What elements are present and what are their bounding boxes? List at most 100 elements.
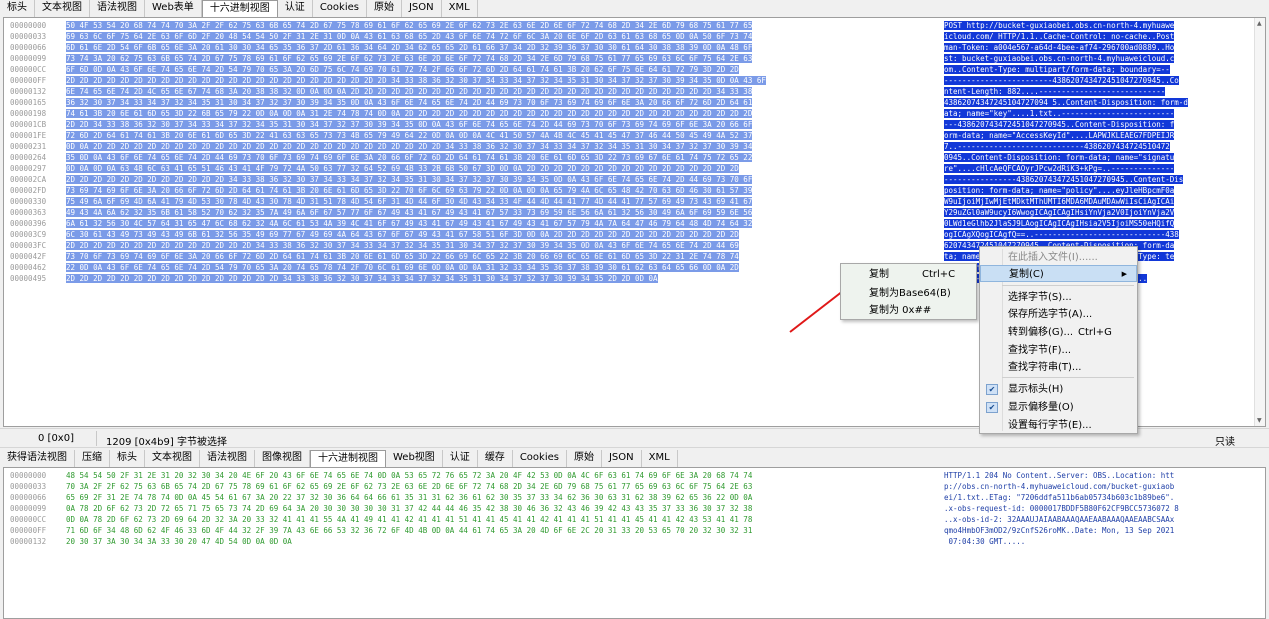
response-tab[interactable]: 标头: [110, 450, 145, 467]
request-tab[interactable]: Web表单: [145, 0, 202, 17]
menu-item-label: 查找字符串(T)...: [1008, 362, 1082, 373]
hex-row: 69 63 6C 6F 75 64 2E 63 6F 6D 2F 20 48 5…: [66, 31, 940, 42]
ascii-row: om..Content-Type: multipart/form-data; b…: [944, 64, 1262, 75]
offset-row: 000002FD: [10, 185, 46, 196]
response-tab[interactable]: 文本视图: [145, 450, 200, 467]
context-menu-item[interactable]: 复制(C) ▶: [980, 265, 1137, 282]
hex-row-text: 2D 2D 2D 2D 2D 2D 2D 2D 2D 2D 2D 2D 2D 2…: [66, 274, 658, 283]
offset-row: 00000297: [10, 163, 46, 174]
offset-row-text: 00000000: [10, 21, 47, 30]
copy-submenu-item[interactable]: 复制为 0x##: [841, 302, 976, 319]
hex-row: 48 54 54 50 2F 31 2E 31 20 32 30 34 20 4…: [66, 470, 940, 481]
response-tab[interactable]: Cookies: [513, 450, 567, 467]
request-tab[interactable]: 语法视图: [90, 0, 145, 17]
response-tab[interactable]: 语法视图: [200, 450, 255, 467]
copy-submenu-item[interactable]: 复制 Ctrl+C: [841, 266, 976, 283]
offset-row: 00000264: [10, 152, 46, 163]
response-tab[interactable]: XML: [642, 450, 678, 467]
request-ascii-column[interactable]: POST http://bucket-guxiaobei.obs.cn-nort…: [944, 20, 1262, 284]
context-menu-item[interactable]: 转到偏移(G)... Ctrl+G: [980, 324, 1137, 341]
request-scrollbar[interactable]: ▲ ▼: [1254, 18, 1265, 426]
response-tab[interactable]: Web视图: [386, 450, 443, 467]
cursor-position: 0 [0x0]: [38, 433, 74, 444]
menu-item-shortcut: Ctrl+C: [922, 269, 956, 280]
context-menu-item[interactable]: 查找字符串(T)...: [980, 359, 1137, 376]
ascii-row-text: icloud.com/ HTTP/1.1..Cache-Control: no-…: [944, 32, 1175, 41]
context-menu-item[interactable]: ✔ 显示偏移量(O): [980, 399, 1137, 416]
offset-row-text: 00000132: [10, 537, 47, 546]
offset-row-text: 00000066: [10, 493, 47, 502]
offset-row: 00000165: [10, 97, 46, 108]
offset-row-text: 00000297: [10, 164, 47, 173]
offset-row: 00000099: [10, 503, 46, 514]
response-tab[interactable]: JSON: [602, 450, 642, 467]
offset-row: 00000363: [10, 207, 46, 218]
offset-row-text: 00000066: [10, 43, 47, 52]
request-tab[interactable]: JSON: [402, 0, 442, 17]
menu-item-label: 保存所选字节(A)...: [1008, 309, 1093, 320]
request-tab[interactable]: 文本视图: [35, 0, 90, 17]
hex-row-text: 69 63 6C 6F 75 64 2E 63 6F 6D 2F 20 48 5…: [66, 32, 753, 41]
response-tab[interactable]: 获得语法视图: [0, 450, 75, 467]
menu-item-label: 选择字节(S)...: [1008, 292, 1072, 303]
response-tab[interactable]: 图像视图: [255, 450, 310, 467]
request-tab[interactable]: Cookies: [313, 0, 367, 17]
offset-row-text: 000003FC: [10, 241, 47, 250]
context-menu-item[interactable]: 查找字节(F)...: [980, 342, 1137, 359]
response-hex-column[interactable]: 48 54 54 50 2F 31 2E 31 20 32 30 34 20 4…: [66, 470, 940, 547]
hex-row-text: 50 4F 53 54 20 68 74 74 70 3A 2F 2F 62 7…: [66, 21, 753, 30]
offset-row-text: 00000231: [10, 142, 47, 151]
response-tab[interactable]: 原始: [567, 450, 602, 467]
response-tab[interactable]: 认证: [443, 450, 478, 467]
offset-row: 000001FE: [10, 130, 46, 141]
context-menu-item[interactable]: 设置每行字节(E)...: [980, 417, 1137, 434]
copy-submenu-item[interactable]: 复制为Base64(B): [841, 285, 976, 302]
request-tab[interactable]: 十六进制视图: [201, 0, 278, 17]
response-ascii-column[interactable]: HTTP/1.1 204 No Content..Server: OBS..Lo…: [944, 470, 1262, 547]
context-menu-item[interactable]: 保存所选字节(A)...: [980, 306, 1137, 323]
response-hex-pane[interactable]: 00000000 00000033 00000066 00000099 000000CC…: [3, 467, 1266, 619]
offset-row-text: 000003C9: [10, 230, 47, 239]
offset-row-text: 00000363: [10, 208, 47, 217]
context-menu-item[interactable]: ✔ 显示标头(H): [980, 381, 1137, 398]
context-menu-item[interactable]: 选择字节(S)...: [980, 289, 1137, 306]
ascii-row-text: ..x-obs-id-2: 32AAAUJAIAABAAAQAAEAABAAAQ…: [944, 515, 1175, 524]
hex-row: 49 43 4A 6A 62 32 35 6B 61 58 52 70 62 3…: [66, 207, 940, 218]
hex-row-text: 6F 6D 0D 0A 43 6F 6E 74 65 6E 74 2D 54 7…: [66, 65, 739, 74]
ascii-row-text: .x-obs-request-id: 0000017BDDF5B80F62CF9…: [944, 504, 1179, 513]
response-tab[interactable]: 压缩: [75, 450, 110, 467]
menu-separator: [1002, 377, 1134, 378]
ascii-row: HTTP/1.1 204 No Content..Server: OBS..Lo…: [944, 470, 1262, 481]
offset-row-text: 00000495: [10, 274, 47, 283]
scroll-down-icon[interactable]: ▼: [1257, 417, 1262, 424]
hex-row-text: 20 30 37 3A 30 34 3A 33 30 20 47 4D 54 0…: [66, 537, 292, 546]
request-tab[interactable]: XML: [442, 0, 478, 17]
ascii-row-text: 7..----------------------------438620743…: [944, 142, 1170, 151]
offset-row: 000000CC: [10, 64, 46, 75]
ascii-row: 7..----------------------------438620743…: [944, 141, 1262, 152]
response-tab[interactable]: 十六进制视图: [310, 450, 386, 467]
request-tab[interactable]: 原始: [367, 0, 402, 17]
readonly-indicator: 只读: [1215, 437, 1235, 448]
request-tab[interactable]: 标头: [0, 0, 35, 17]
request-hex-column[interactable]: 50 4F 53 54 20 68 74 74 70 3A 2F 2F 62 7…: [66, 20, 940, 284]
ascii-row-text: ------------------------4386207434724510…: [944, 76, 1179, 85]
context-menu-item: 在此插入文件(I)......: [980, 249, 1137, 266]
hex-row: 2D 2D 2D 2D 2D 2D 2D 2D 2D 2D 2D 2D 2D 2…: [66, 75, 940, 86]
checkmark-icon: ✔: [986, 384, 998, 395]
ascii-row-text: st: bucket-guxiaobei.obs.cn-north-4.myhu…: [944, 54, 1175, 63]
submenu-arrow-icon: ▶: [1121, 270, 1127, 278]
hex-row: 2D 2D 2D 2D 2D 2D 2D 2D 2D 2D 2D 2D 34 3…: [66, 174, 940, 185]
offset-row-text: 000001CB: [10, 120, 47, 129]
offset-row: 00000033: [10, 481, 46, 492]
offset-row-text: 00000099: [10, 504, 47, 513]
ascii-row: man-Token: a004e567-a64d-4bee-af74-29670…: [944, 42, 1262, 53]
ascii-row-text: 07:04:30 GMT.....: [944, 537, 1026, 546]
menu-item-label: 复制(C): [1009, 269, 1044, 280]
request-tab[interactable]: 认证: [278, 0, 313, 17]
ascii-row: p://obs.cn-north-4.myhuaweicloud.com/buc…: [944, 481, 1262, 492]
offset-row-text: 00000396: [10, 219, 47, 228]
scroll-up-icon[interactable]: ▲: [1257, 20, 1262, 27]
hex-row: 20 30 37 3A 30 34 3A 33 30 20 47 4D 54 0…: [66, 536, 940, 547]
response-tab[interactable]: 缓存: [478, 450, 513, 467]
